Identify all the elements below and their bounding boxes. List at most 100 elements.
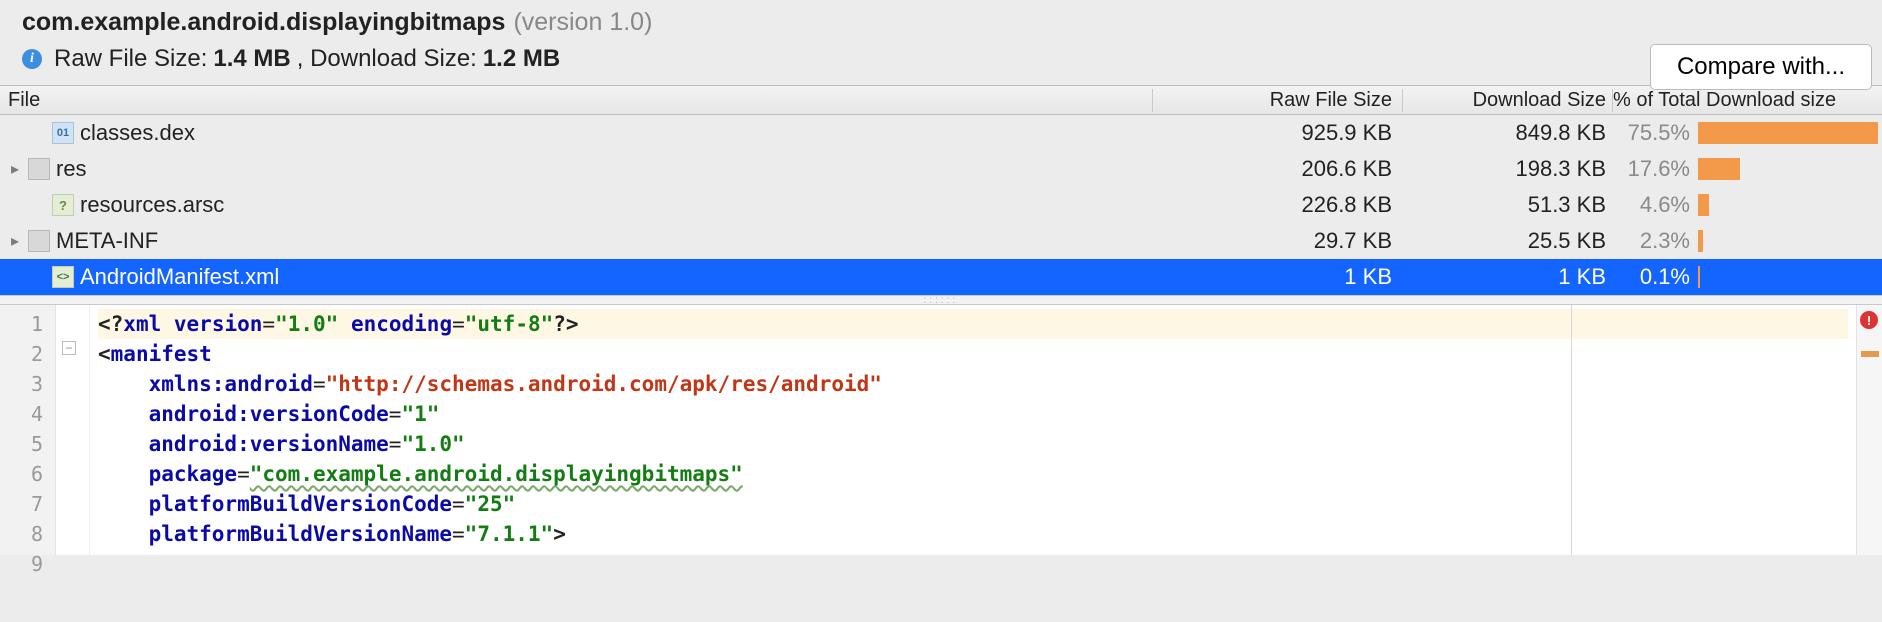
line-number: 8 bbox=[4, 519, 43, 549]
package-name: com.example.android.displayingbitmaps bbox=[22, 8, 505, 37]
cell-download-size: 25.5 KB bbox=[1402, 228, 1612, 254]
file-name: res bbox=[56, 156, 87, 182]
line-number: 7 bbox=[4, 489, 43, 519]
code-area[interactable]: <?xml version="1.0" encoding="utf-8"?> <… bbox=[90, 305, 1856, 555]
column-header-raw-size[interactable]: Raw File Size bbox=[1152, 89, 1402, 112]
code-token: xmlns:android bbox=[149, 372, 313, 396]
folder-file-icon bbox=[28, 158, 50, 180]
table-row[interactable]: 01 classes.dex 925.9 KB849.8 KB75.5% bbox=[0, 115, 1882, 151]
code-token: <? bbox=[98, 312, 123, 336]
file-name: classes.dex bbox=[80, 120, 195, 146]
cell-download-size: 1 KB bbox=[1402, 264, 1612, 290]
apk-header: com.example.android.displayingbitmaps (v… bbox=[0, 0, 1882, 85]
cell-percent: 4.6% bbox=[1612, 192, 1696, 218]
cell-percent: 75.5% bbox=[1612, 120, 1696, 146]
arsc-file-icon: ? bbox=[52, 194, 74, 216]
percent-bar-fill bbox=[1698, 194, 1709, 216]
line-number: 6 bbox=[4, 459, 43, 489]
code-token: ?> bbox=[553, 312, 578, 336]
folder-file-icon bbox=[28, 230, 50, 252]
raw-size-value: 1.4 MB bbox=[213, 45, 290, 73]
cell-download-size: 51.3 KB bbox=[1402, 192, 1612, 218]
column-header-file[interactable]: File bbox=[0, 89, 1152, 112]
xml-file-icon: <> bbox=[52, 266, 74, 288]
cell-raw-size: 226.8 KB bbox=[1152, 192, 1402, 218]
download-size-value: 1.2 MB bbox=[483, 45, 560, 73]
percent-bar-fill bbox=[1698, 122, 1878, 144]
table-row[interactable]: ▸ res 206.6 KB198.3 KB17.6% bbox=[0, 151, 1882, 187]
cell-raw-size: 206.6 KB bbox=[1152, 156, 1402, 182]
code-token: android:versionName bbox=[149, 432, 389, 456]
code-token: xml bbox=[123, 312, 161, 336]
code-token: platformBuildVersionName bbox=[149, 522, 452, 546]
code-token: > bbox=[553, 522, 566, 546]
column-header-download-size[interactable]: Download Size bbox=[1402, 89, 1612, 112]
file-table-header: File Raw File Size Download Size % of To… bbox=[0, 85, 1882, 115]
code-token: "25" bbox=[465, 492, 516, 516]
table-row[interactable]: ? resources.arsc 226.8 KB51.3 KB4.6% bbox=[0, 187, 1882, 223]
download-size-label: , Download Size: bbox=[297, 45, 477, 73]
line-number: 2 bbox=[4, 339, 43, 369]
file-name: AndroidManifest.xml bbox=[80, 264, 279, 290]
disclosure-triangle-icon[interactable]: ▸ bbox=[8, 231, 22, 251]
code-token: "1.0" bbox=[401, 432, 464, 456]
code-token: package bbox=[149, 462, 238, 486]
code-editor: 123456789 − <?xml version="1.0" encoding… bbox=[0, 305, 1882, 555]
line-number: 5 bbox=[4, 429, 43, 459]
line-number: 4 bbox=[4, 399, 43, 429]
code-token: "utf-8" bbox=[465, 312, 554, 336]
code-token: "7.1.1" bbox=[465, 522, 554, 546]
cell-percent: 0.1% bbox=[1612, 264, 1696, 290]
cell-download-size: 849.8 KB bbox=[1402, 120, 1612, 146]
line-number: 1 bbox=[4, 309, 43, 339]
table-row[interactable]: <>AndroidManifest.xml1 KB1 KB0.1% bbox=[0, 259, 1882, 295]
cell-download-size: 198.3 KB bbox=[1402, 156, 1612, 182]
line-number: 3 bbox=[4, 369, 43, 399]
file-name: META-INF bbox=[56, 228, 158, 254]
fold-toggle-icon[interactable]: − bbox=[62, 341, 76, 355]
code-token: android:versionCode bbox=[149, 402, 389, 426]
cell-percent: 2.3% bbox=[1612, 228, 1696, 254]
package-line: com.example.android.displayingbitmaps (v… bbox=[22, 6, 1868, 43]
cell-percent-bar bbox=[1696, 194, 1882, 216]
compare-with-button[interactable]: Compare with... bbox=[1650, 44, 1872, 90]
code-token: "com.example.android.displayingbitmaps" bbox=[250, 462, 743, 486]
disclosure-triangle-icon[interactable]: ▸ bbox=[8, 159, 22, 179]
cell-percent: 17.6% bbox=[1612, 156, 1696, 182]
fold-strip[interactable]: − bbox=[56, 305, 90, 555]
cell-percent-bar bbox=[1696, 230, 1882, 252]
warning-marker-icon[interactable] bbox=[1861, 351, 1879, 357]
code-token: encoding bbox=[351, 312, 452, 336]
cell-percent-bar bbox=[1696, 122, 1882, 144]
code-token: platformBuildVersionCode bbox=[149, 492, 452, 516]
horizontal-splitter[interactable]: :::::: bbox=[0, 295, 1882, 305]
cell-percent-bar bbox=[1696, 266, 1882, 288]
file-table-body: 01 classes.dex 925.9 KB849.8 KB75.5% ▸ res 20… bbox=[0, 115, 1882, 295]
cell-percent-bar bbox=[1696, 158, 1882, 180]
package-version: (version 1.0) bbox=[513, 8, 652, 37]
cell-raw-size: 29.7 KB bbox=[1152, 228, 1402, 254]
line-number-gutter: 123456789 bbox=[0, 305, 56, 555]
file-name: resources.arsc bbox=[80, 192, 224, 218]
percent-bar-fill bbox=[1698, 230, 1703, 252]
code-token: "http://schemas.android.com/apk/res/andr… bbox=[326, 372, 882, 396]
raw-size-label: Raw File Size: bbox=[54, 45, 207, 73]
error-indicator-icon[interactable]: ! bbox=[1860, 311, 1878, 329]
cell-raw-size: 1 KB bbox=[1152, 264, 1402, 290]
editor-vertical-divider bbox=[1571, 305, 1572, 555]
table-row[interactable]: ▸ META-INF 29.7 KB25.5 KB2.3% bbox=[0, 223, 1882, 259]
line-number: 9 bbox=[4, 549, 43, 579]
percent-bar-fill bbox=[1698, 266, 1700, 288]
code-token: "1" bbox=[401, 402, 439, 426]
info-icon: i bbox=[22, 49, 42, 69]
size-summary: i Raw File Size: 1.4 MB, Download Size: … bbox=[22, 43, 1868, 83]
code-token: manifest bbox=[111, 342, 212, 366]
annotation-strip[interactable]: ! bbox=[1856, 305, 1882, 555]
code-token: "1.0" bbox=[275, 312, 338, 336]
code-token: < bbox=[98, 342, 111, 366]
code-token: version bbox=[174, 312, 263, 336]
column-header-pct[interactable]: % of Total Download size bbox=[1612, 89, 1882, 112]
percent-bar-fill bbox=[1698, 158, 1740, 180]
dex-file-icon: 01 bbox=[52, 122, 74, 144]
cell-raw-size: 925.9 KB bbox=[1152, 120, 1402, 146]
